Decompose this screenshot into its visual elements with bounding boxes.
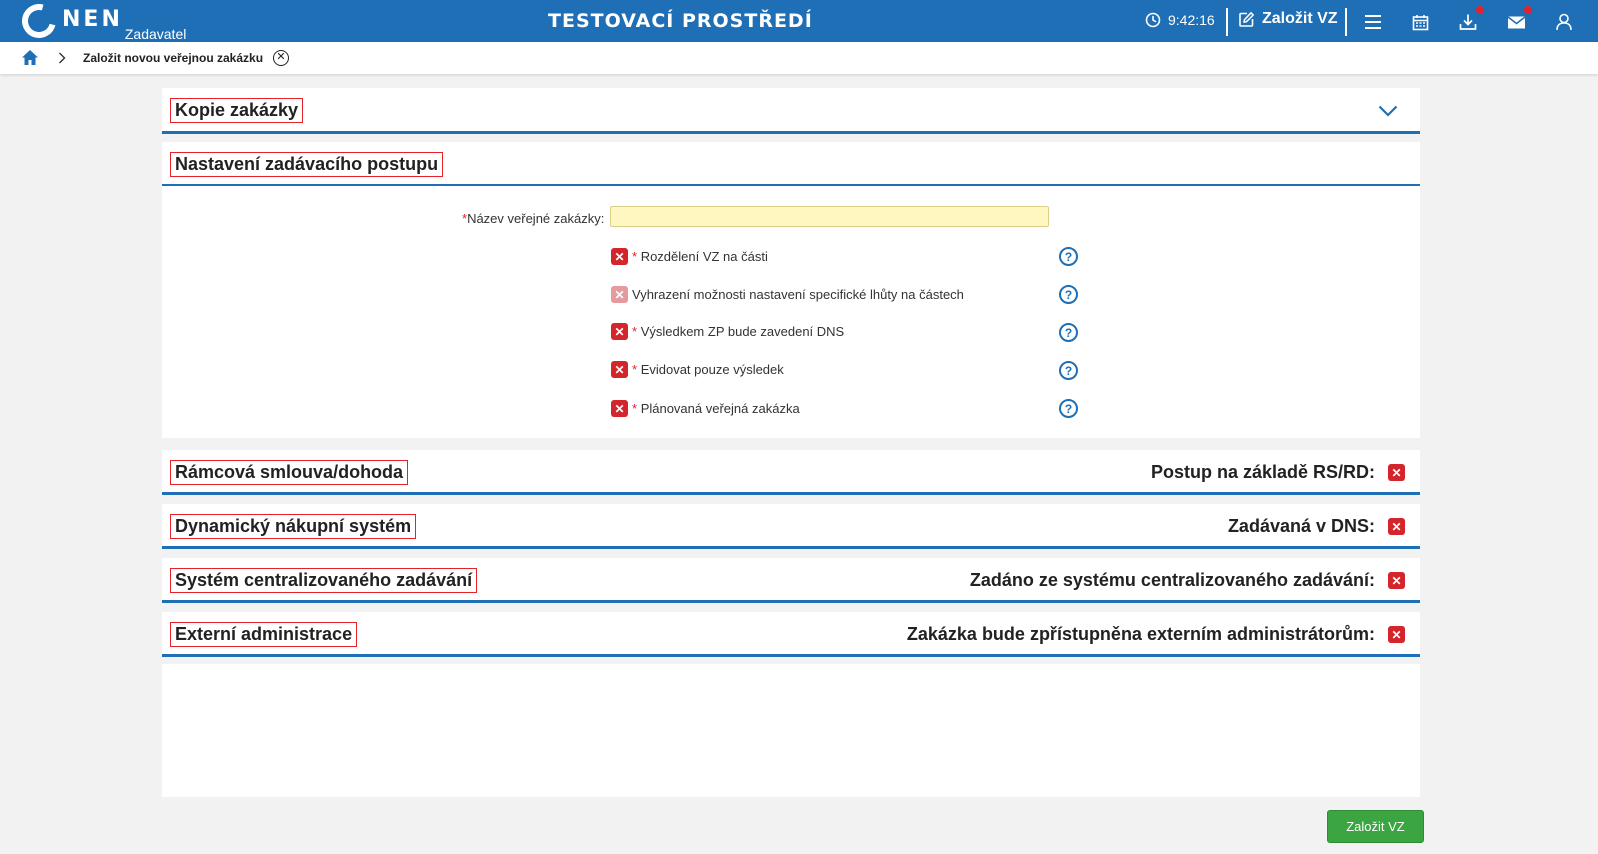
breadcrumb-current: Založit novou veřejnou zakázku <box>83 51 264 65</box>
empty-content-panel <box>162 664 1420 797</box>
central-section-header: Systém centralizovaného zadávání Zadáno … <box>162 558 1420 603</box>
user-icon <box>1556 13 1572 31</box>
central-section-title: Systém centralizovaného zadávání <box>170 568 478 593</box>
close-tab-icon[interactable]: ✕ <box>273 50 289 66</box>
external-section-title: Externí administrace <box>170 622 358 647</box>
parts-division-toggle[interactable]: ✕ <box>611 248 628 265</box>
dns-section-header: Dynamický nákupní systém Zadávaná v DNS:… <box>162 504 1420 549</box>
settings-section-title: Nastavení zadávacího postupu <box>170 152 444 177</box>
home-button[interactable] <box>21 49 39 71</box>
external-flag-toggle[interactable]: ✕ <box>1388 626 1405 643</box>
central-flag: Zadáno ze systému centralizovaného zadáv… <box>970 570 1405 591</box>
help-icon[interactable]: ? <box>1059 361 1078 380</box>
dns-flag-label: Zadávaná v DNS: <box>1227 516 1375 536</box>
edit-icon <box>1239 11 1254 27</box>
messages-button[interactable] <box>1505 6 1532 33</box>
central-flag-toggle[interactable]: ✕ <box>1388 572 1405 589</box>
check-row-specific-deadline: ✕ Vyhrazení možnosti nastavení specifick… <box>611 286 964 303</box>
calendar-icon <box>1412 14 1428 30</box>
framework-section-title: Rámcová smlouva/dohoda <box>170 460 409 485</box>
dns-flag-toggle[interactable]: ✕ <box>1388 518 1405 535</box>
download-notification-dot <box>1476 6 1484 14</box>
user-button[interactable] <box>1553 11 1575 33</box>
contract-name-input[interactable] <box>610 206 1049 227</box>
download-button[interactable] <box>1457 6 1484 33</box>
planned-contract-toggle[interactable]: ✕ <box>611 400 628 417</box>
dns-section-title: Dynamický nákupní systém <box>170 514 417 539</box>
menu-button[interactable] <box>1362 11 1384 33</box>
check-row-planned: ✕ * Plánovaná veřejná zakázka <box>611 400 800 417</box>
top-bar: NEN Zadavatel TESTOVACÍ PROSTŘEDÍ 9:42:1… <box>0 0 1598 45</box>
external-flag-label: Zakázka bude zpřístupněna externím admin… <box>906 624 1375 644</box>
help-icon[interactable]: ? <box>1059 247 1078 266</box>
specific-deadline-label: Vyhrazení možnosti nastavení specifické … <box>632 287 964 302</box>
create-vz-top-button[interactable]: Založit VZ <box>1238 10 1338 28</box>
parts-division-label: Rozdělení VZ na části <box>640 249 768 264</box>
menu-icon <box>1365 15 1381 29</box>
logo-ring-icon <box>15 0 63 45</box>
logo-text: NEN <box>62 7 123 32</box>
copy-section-title: Kopie zakázky <box>170 98 304 123</box>
planned-contract-label: Plánovaná veřejná zakázka <box>640 401 800 416</box>
check-row-dns: ✕ * Výsledkem ZP bude zavedení DNS <box>611 323 844 340</box>
external-flag: Zakázka bude zpřístupněna externím admin… <box>907 624 1405 645</box>
dns-flag: Zadávaná v DNS: ✕ <box>1228 516 1405 537</box>
specific-deadline-toggle[interactable]: ✕ <box>611 286 628 303</box>
dns-result-label: Výsledkem ZP bude zavedení DNS <box>640 324 845 339</box>
create-vz-submit-button[interactable]: Založit VZ <box>1327 810 1424 843</box>
help-icon[interactable]: ? <box>1059 399 1078 418</box>
mail-notification-dot <box>1524 6 1532 14</box>
name-field-label: *Název veřejné zakázky: <box>462 211 605 226</box>
copy-section-header[interactable]: Kopie zakázky <box>162 88 1420 134</box>
external-section-header: Externí administrace Zakázka bude zpříst… <box>162 612 1420 657</box>
framework-flag-label: Postup na základě RS/RD: <box>1150 462 1375 482</box>
download-icon <box>1459 14 1477 30</box>
breadcrumb: Založit novou veřejnou zakázku ✕ <box>0 42 1598 74</box>
create-vz-top-label: Založit VZ <box>1262 10 1338 27</box>
clock-icon <box>1145 12 1161 28</box>
result-only-toggle[interactable]: ✕ <box>611 361 628 378</box>
separator <box>1345 8 1347 36</box>
check-row-parts: ✕ * Rozdělení VZ na části <box>611 248 768 265</box>
framework-section-header: Rámcová smlouva/dohoda Postup na základě… <box>162 450 1420 495</box>
separator <box>1226 8 1228 36</box>
clock-time: 9:42:16 <box>1168 12 1215 28</box>
environment-title: TESTOVACÍ PROSTŘEDÍ <box>548 10 813 32</box>
check-row-result-only: ✕ * Evidovat pouze výsledek <box>611 361 784 378</box>
home-icon <box>22 50 38 65</box>
calendar-button[interactable] <box>1409 11 1431 33</box>
framework-flag-toggle[interactable]: ✕ <box>1388 464 1405 481</box>
dns-result-toggle[interactable]: ✕ <box>611 323 628 340</box>
result-only-label: Evidovat pouze výsledek <box>640 362 784 377</box>
help-icon[interactable]: ? <box>1059 285 1078 304</box>
session-clock: 9:42:16 <box>1145 12 1215 28</box>
central-flag-label: Zadáno ze systému centralizovaného zadáv… <box>969 570 1375 590</box>
mail-icon <box>1507 15 1525 28</box>
chevron-down-icon[interactable] <box>1378 104 1398 122</box>
nen-logo[interactable]: NEN Zadavatel <box>15 0 186 45</box>
chevron-right-icon <box>58 51 66 69</box>
logo-subtitle: Zadavatel <box>124 26 187 42</box>
framework-flag: Postup na základě RS/RD: ✕ <box>1151 462 1405 483</box>
help-icon[interactable]: ? <box>1059 323 1078 342</box>
settings-section-header: Nastavení zadávacího postupu <box>162 142 1420 187</box>
